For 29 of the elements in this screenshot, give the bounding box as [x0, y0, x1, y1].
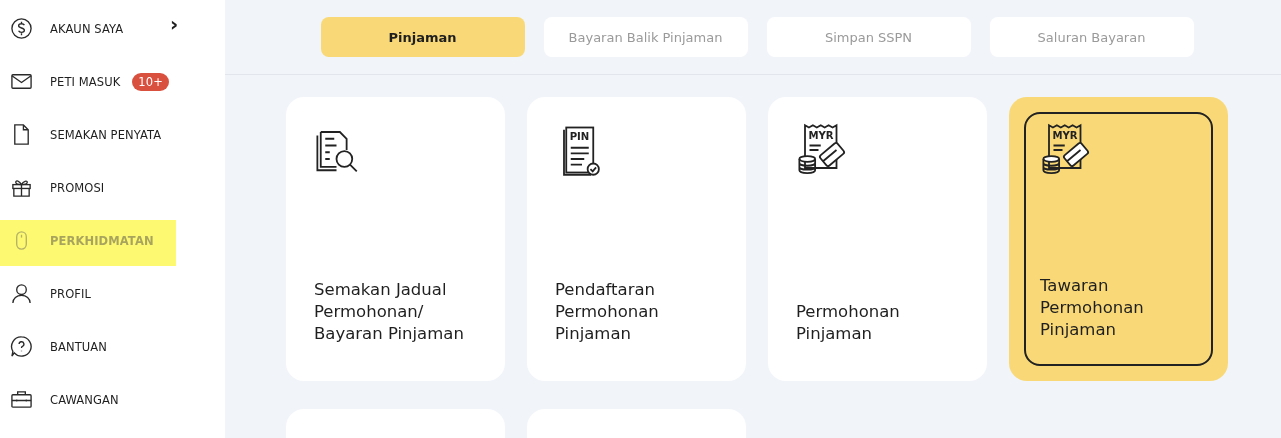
- service-card[interactable]: Semakan Jadual Permohonan/ Bayaran Pinjaman: [286, 97, 505, 381]
- sidebar-item[interactable]: SEMAKAN PENYATA: [0, 108, 225, 161]
- briefcase-icon: [10, 388, 33, 411]
- card-title: Permohonan Pinjaman: [796, 301, 901, 345]
- dollar-icon: [10, 17, 33, 40]
- icon-label: MYR: [808, 129, 834, 141]
- sidebar-item[interactable]: PETI MASUK 10+: [0, 55, 225, 108]
- chevron-icon: ›: [170, 14, 179, 34]
- sidebar-item[interactable]: PROFIL: [0, 267, 225, 320]
- document-search-icon: [316, 131, 358, 173]
- card-title: Pendaftaran Permohonan Pinjaman: [555, 279, 660, 345]
- sidebar-item[interactable]: AKAUN SAYA ›: [0, 2, 225, 55]
- receipt-card-coins-icon: [1042, 123, 1090, 174]
- person-icon: [10, 282, 33, 305]
- service-card[interactable]: MYR Permohonan Pinjaman: [768, 97, 987, 381]
- sidebar-item[interactable]: PROMOSI: [0, 161, 225, 214]
- receipt-card-coins-icon: [798, 123, 846, 174]
- tab[interactable]: Pinjaman: [320, 17, 525, 57]
- service-card[interactable]: PIN Pendaftaran Permohonan Pinjaman: [527, 97, 746, 381]
- help-icon: [10, 335, 33, 358]
- unread-count-badge: 10+: [132, 72, 169, 91]
- icon-label: MYR: [1052, 129, 1078, 141]
- service-card[interactable]: MYR Tawaran Permohonan Pinjaman: [1009, 97, 1228, 381]
- icon-label: PIN: [569, 130, 590, 142]
- sidebar-item[interactable]: CAWANGAN: [0, 373, 225, 426]
- card-title: Semakan Jadual Permohonan/ Bayaran Pinjaman: [314, 279, 465, 345]
- sidebar-item[interactable]: BANTUAN: [0, 320, 225, 373]
- document-check-icon: [563, 126, 600, 176]
- card-title: Tawaran Permohonan Pinjaman: [1040, 275, 1145, 341]
